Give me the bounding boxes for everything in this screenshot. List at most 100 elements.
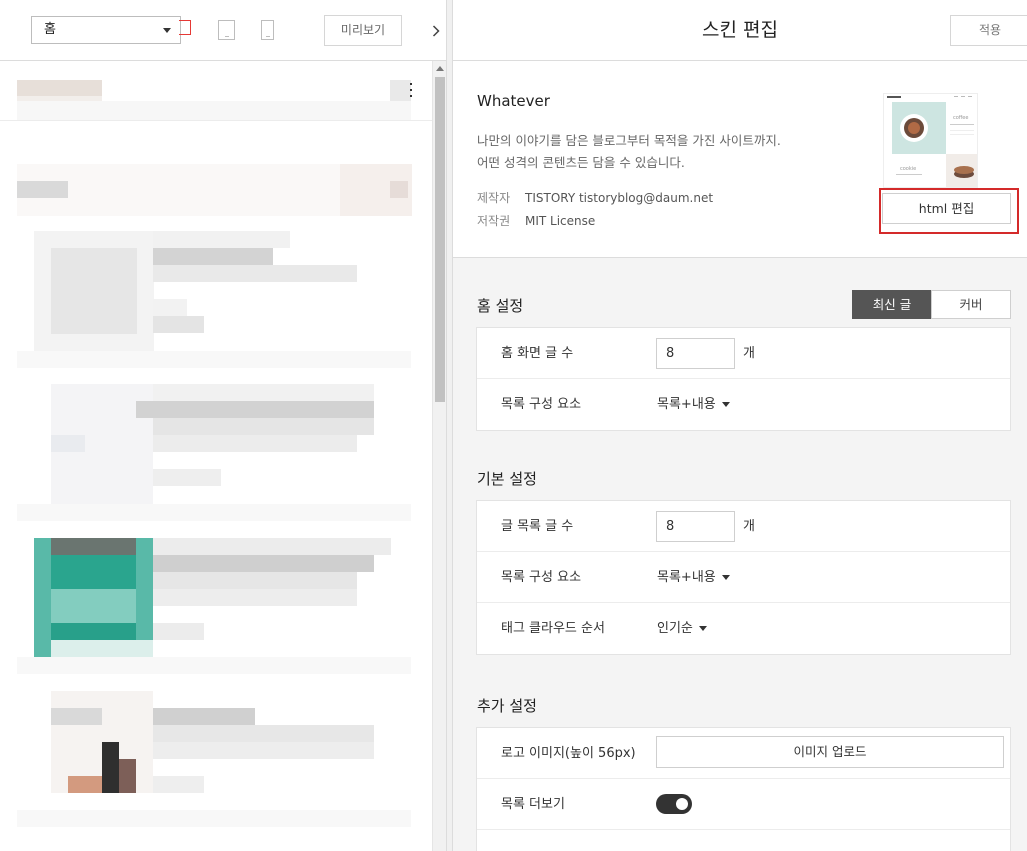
post-title-block: [153, 555, 374, 572]
post-excerpt-block: [153, 418, 374, 435]
preview-section-title-block: [17, 181, 68, 198]
panel-header: 스킨 편집 적용: [453, 0, 1027, 61]
chevron-right-icon: [432, 24, 440, 37]
preview-pane: 홈 미리보기: [0, 0, 446, 851]
tag-cloud-order-dropdown[interactable]: 인기순: [657, 603, 707, 654]
caret-down-icon: [721, 402, 730, 407]
post-meta-block: [153, 299, 187, 316]
post-meta-block: [153, 623, 204, 640]
basic-settings-title: 기본 설정: [477, 470, 537, 488]
post-title-block: [153, 708, 255, 725]
collapse-panel-button[interactable]: [426, 0, 446, 61]
scroll-up-arrow-icon[interactable]: [436, 66, 444, 71]
pane-divider: [446, 0, 453, 851]
preview-toolbar: 홈 미리보기: [0, 0, 446, 61]
post-title-block: [136, 401, 374, 418]
tag-cloud-order-value: 인기순: [657, 621, 693, 636]
post-thumbnail: [51, 640, 153, 657]
post-excerpt-block: [153, 435, 357, 452]
logo-image-row: 로고 이미지(높이 56px) 이미지 업로드: [477, 728, 1010, 779]
page-select[interactable]: 홈: [31, 16, 181, 44]
post-meta-block: [153, 776, 204, 793]
post-thumbnail: [51, 435, 85, 452]
post-thumbnail: [51, 623, 136, 640]
page-select-value: 홈: [44, 22, 56, 37]
post-title-block: [153, 248, 273, 265]
post-divider: [17, 504, 411, 521]
basic-list-elements-dropdown[interactable]: 목록+내용: [657, 552, 730, 603]
list-count-input[interactable]: 8: [656, 511, 735, 542]
caret-down-icon: [698, 626, 707, 631]
home-settings-card: 홈 화면 글 수 8 개 목록 구성 요소 목록+내용: [476, 327, 1011, 431]
preview-logo-block: [17, 80, 102, 96]
post-thumbnail: [51, 248, 137, 334]
extra-settings-card: 로고 이미지(높이 56px) 이미지 업로드 목록 더보기: [476, 727, 1011, 851]
logo-image-label: 로고 이미지(높이 56px): [501, 746, 636, 761]
preview-scrollbar[interactable]: [432, 61, 446, 851]
post-thumbnail: [68, 776, 102, 793]
scroll-thumb[interactable]: [435, 77, 445, 402]
home-post-count-input[interactable]: 8: [656, 338, 735, 369]
list-count-unit: 개: [743, 519, 755, 534]
home-post-count-unit: 개: [743, 346, 755, 361]
skin-description-line: 나만의 이야기를 담은 블로그부터 목적을 가진 사이트까지.: [477, 133, 781, 148]
list-more-label: 목록 더보기: [501, 797, 565, 812]
thumb-caption-cookie: cookie: [900, 166, 917, 172]
blog-preview-canvas: [0, 61, 432, 851]
post-excerpt-block: [153, 725, 374, 742]
post-excerpt-block: [153, 572, 357, 589]
tab-latest-posts[interactable]: 최신 글: [852, 290, 932, 319]
preview-header-strip: [17, 101, 411, 121]
license-value: MIT License: [525, 214, 596, 228]
apply-button[interactable]: 적용: [950, 15, 1027, 46]
post-thumbnail: [119, 759, 136, 793]
post-divider: [17, 657, 411, 674]
basic-list-elements-label: 목록 구성 요소: [501, 570, 582, 585]
preview-button[interactable]: 미리보기: [324, 15, 402, 46]
skin-name: Whatever: [477, 92, 550, 110]
extra-settings-title: 추가 설정: [477, 697, 537, 715]
skin-edit-panel: 스킨 편집 적용 Whatever 나만의 이야기를 담은 블로그부터 목적을 …: [453, 0, 1027, 851]
panel-title: 스킨 편집: [702, 19, 778, 41]
home-settings-title: 홈 설정: [477, 297, 524, 315]
skin-info-section: Whatever 나만의 이야기를 담은 블로그부터 목적을 가진 사이트까지.…: [453, 61, 1027, 258]
post-excerpt-block: [153, 265, 357, 282]
list-more-toggle[interactable]: [656, 794, 692, 814]
tag-cloud-order-row: 태그 클라우드 순서 인기순: [477, 603, 1010, 654]
home-post-count-label: 홈 화면 글 수: [501, 346, 574, 361]
post-thumbnail: [102, 742, 119, 793]
tab-cover[interactable]: 커버: [931, 290, 1011, 319]
skin-description-line: 어떤 성격의 콘텐츠든 담을 수 있습니다.: [477, 155, 685, 170]
post-meta-block: [153, 469, 221, 486]
home-list-elements-dropdown[interactable]: 목록+내용: [657, 379, 730, 430]
preview-header-divider: [0, 120, 432, 121]
skin-thumbnail-image: [884, 94, 977, 187]
post-title-block: [153, 231, 290, 248]
skin-license-row: 저작권 MIT License: [477, 212, 595, 229]
post-title-block: [153, 538, 391, 555]
list-count-row: 글 목록 글 수 8 개: [477, 501, 1010, 552]
mobile-device-icon[interactable]: [261, 20, 274, 40]
post-meta-block: [153, 316, 204, 333]
highlight-annotation: [879, 188, 1019, 234]
author-label: 제작자: [477, 191, 511, 205]
skin-author-row: 제작자 TISTORY tistoryblog@daum.net: [477, 189, 713, 206]
logo-upload-button[interactable]: 이미지 업로드: [656, 736, 1004, 768]
post-thumbnail: [51, 589, 136, 623]
caret-down-icon: [721, 575, 730, 580]
basic-list-elements-row: 목록 구성 요소 목록+내용: [477, 552, 1010, 603]
post-thumbnail: [51, 538, 136, 555]
chevron-down-icon: [163, 28, 171, 33]
desktop-device-icon[interactable]: [179, 20, 191, 35]
post-thumbnail: [51, 555, 136, 589]
post-excerpt-block: [153, 742, 374, 759]
tag-cloud-order-label: 태그 클라우드 순서: [501, 621, 605, 636]
post-divider: [17, 810, 411, 827]
basic-settings-card: 글 목록 글 수 8 개 목록 구성 요소 목록+내용 태그 클라우드 순서 인…: [476, 500, 1011, 655]
home-list-elements-row: 목록 구성 요소 목록+내용: [477, 379, 1010, 430]
thumb-caption-coffee: coffee: [953, 115, 969, 121]
author-value: TISTORY tistoryblog@daum.net: [525, 191, 714, 205]
tablet-device-icon[interactable]: [218, 20, 235, 40]
post-divider: [17, 351, 411, 368]
preview-menu-block: [390, 80, 411, 101]
